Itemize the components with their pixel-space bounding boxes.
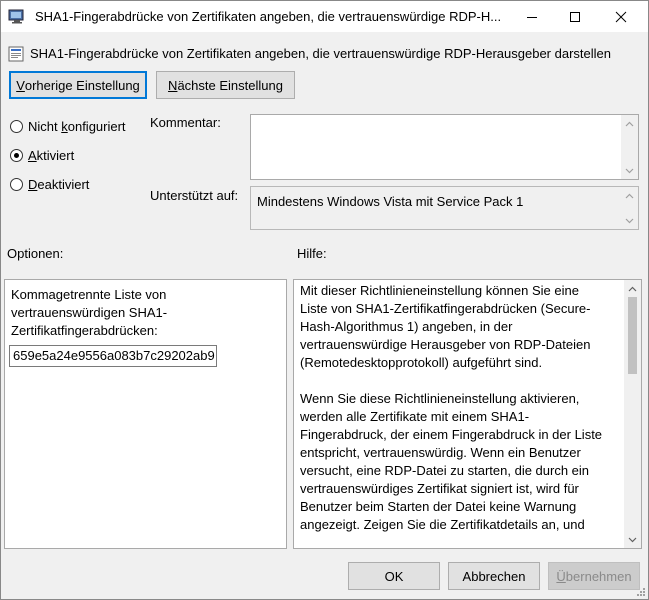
minimize-button[interactable] xyxy=(509,1,555,32)
comment-scroll-down[interactable] xyxy=(621,162,638,179)
help-paragraph-1: Mit dieser Richtlinieneinstellung können… xyxy=(300,283,591,370)
help-paragraph-2: Wenn Sie diese Richtlinieneinstellung ak… xyxy=(300,391,603,532)
policy-setting-icon xyxy=(8,46,24,62)
radio-not-configured-circle xyxy=(10,119,23,133)
chevron-up-icon xyxy=(628,286,637,291)
comment-scrollbar[interactable] xyxy=(621,115,638,179)
radio-enabled-mnemonic: A xyxy=(28,147,37,163)
maximize-button[interactable] xyxy=(552,1,598,32)
next-setting-label: ächste Einstellung xyxy=(177,77,283,93)
close-button[interactable] xyxy=(598,1,644,32)
thumbprints-input[interactable]: 659e5a24e9556a083b7c29202ab9 xyxy=(9,345,217,367)
supported-scroll-up[interactable] xyxy=(621,187,638,204)
apply-label: bernehmen xyxy=(565,568,632,584)
previous-setting-button[interactable]: Vorherige Einstellung xyxy=(9,71,147,99)
minimize-icon xyxy=(527,16,537,18)
next-setting-mnemonic: N xyxy=(168,77,178,93)
title-bar[interactable]: SHA1-Fingerabdrücke von Zertifikaten ang… xyxy=(1,1,648,32)
policy-dialog: SHA1-Fingerabdrücke von Zertifikaten ang… xyxy=(0,0,649,600)
radio-enabled[interactable]: Aktiviert xyxy=(10,146,74,164)
chevron-up-icon xyxy=(625,121,634,126)
comment-textarea[interactable] xyxy=(250,114,639,180)
comment-label: Kommentar: xyxy=(150,115,221,130)
radio-enabled-circle xyxy=(10,148,23,162)
radio-disabled-mnemonic: D xyxy=(28,176,38,192)
apply-mnemonic: Ü xyxy=(556,568,566,584)
radio-not-configured[interactable]: Nicht k onfiguriert xyxy=(10,117,126,135)
chevron-down-icon xyxy=(628,537,637,542)
window-title: SHA1-Fingerabdrücke von Zertifikaten ang… xyxy=(35,9,502,24)
help-panel: Mit dieser Richtlinieneinstellung können… xyxy=(293,279,642,549)
comment-scroll-up[interactable] xyxy=(621,115,638,132)
chevron-down-icon xyxy=(625,218,634,223)
radio-not-configured-label-pre: Nicht xyxy=(28,118,62,134)
radio-not-configured-label-post: onfiguriert xyxy=(67,118,126,134)
supported-on-scrollbar[interactable] xyxy=(621,187,638,229)
ok-button[interactable]: OK xyxy=(348,562,440,590)
radio-disabled-label: eaktiviert xyxy=(37,176,90,192)
chevron-up-icon xyxy=(625,193,634,198)
help-scroll-down[interactable] xyxy=(624,531,641,548)
options-description: Kommagetrennte Liste von vertrauenswürdi… xyxy=(11,287,168,338)
help-scroll-thumb[interactable] xyxy=(628,297,637,374)
previous-setting-label: orherige Einstellung xyxy=(24,77,140,93)
radio-disabled[interactable]: Deaktiviert xyxy=(10,175,89,193)
maximize-icon xyxy=(570,11,580,22)
close-icon xyxy=(615,11,627,22)
apply-button[interactable]: Übernehmen xyxy=(548,562,640,590)
policy-editor-icon xyxy=(8,9,24,24)
supported-on-field: Mindestens Windows Vista mit Service Pac… xyxy=(250,186,639,230)
policy-title: SHA1-Fingerabdrücke von Zertifikaten ang… xyxy=(30,46,611,61)
resize-grip-icon[interactable] xyxy=(635,586,646,597)
next-setting-button[interactable]: Nächste Einstellung xyxy=(156,71,295,99)
supported-on-label: Unterstützt auf: xyxy=(150,188,239,203)
supported-on-value: Mindestens Windows Vista mit Service Pac… xyxy=(257,194,524,209)
supported-scroll-down[interactable] xyxy=(621,212,638,229)
previous-setting-mnemonic: V xyxy=(16,77,25,93)
help-scroll-up[interactable] xyxy=(624,280,641,297)
help-label: Hilfe: xyxy=(297,246,327,261)
help-text: Mit dieser Richtlinieneinstellung können… xyxy=(300,282,605,548)
chevron-down-icon xyxy=(625,168,634,173)
options-panel: Kommagetrennte Liste von vertrauenswürdi… xyxy=(4,279,287,549)
radio-enabled-label: ktiviert xyxy=(36,147,75,163)
cancel-button[interactable]: Abbrechen xyxy=(448,562,540,590)
radio-disabled-circle xyxy=(10,177,23,191)
options-label: Optionen: xyxy=(7,246,64,261)
help-scrollbar[interactable] xyxy=(624,280,641,548)
